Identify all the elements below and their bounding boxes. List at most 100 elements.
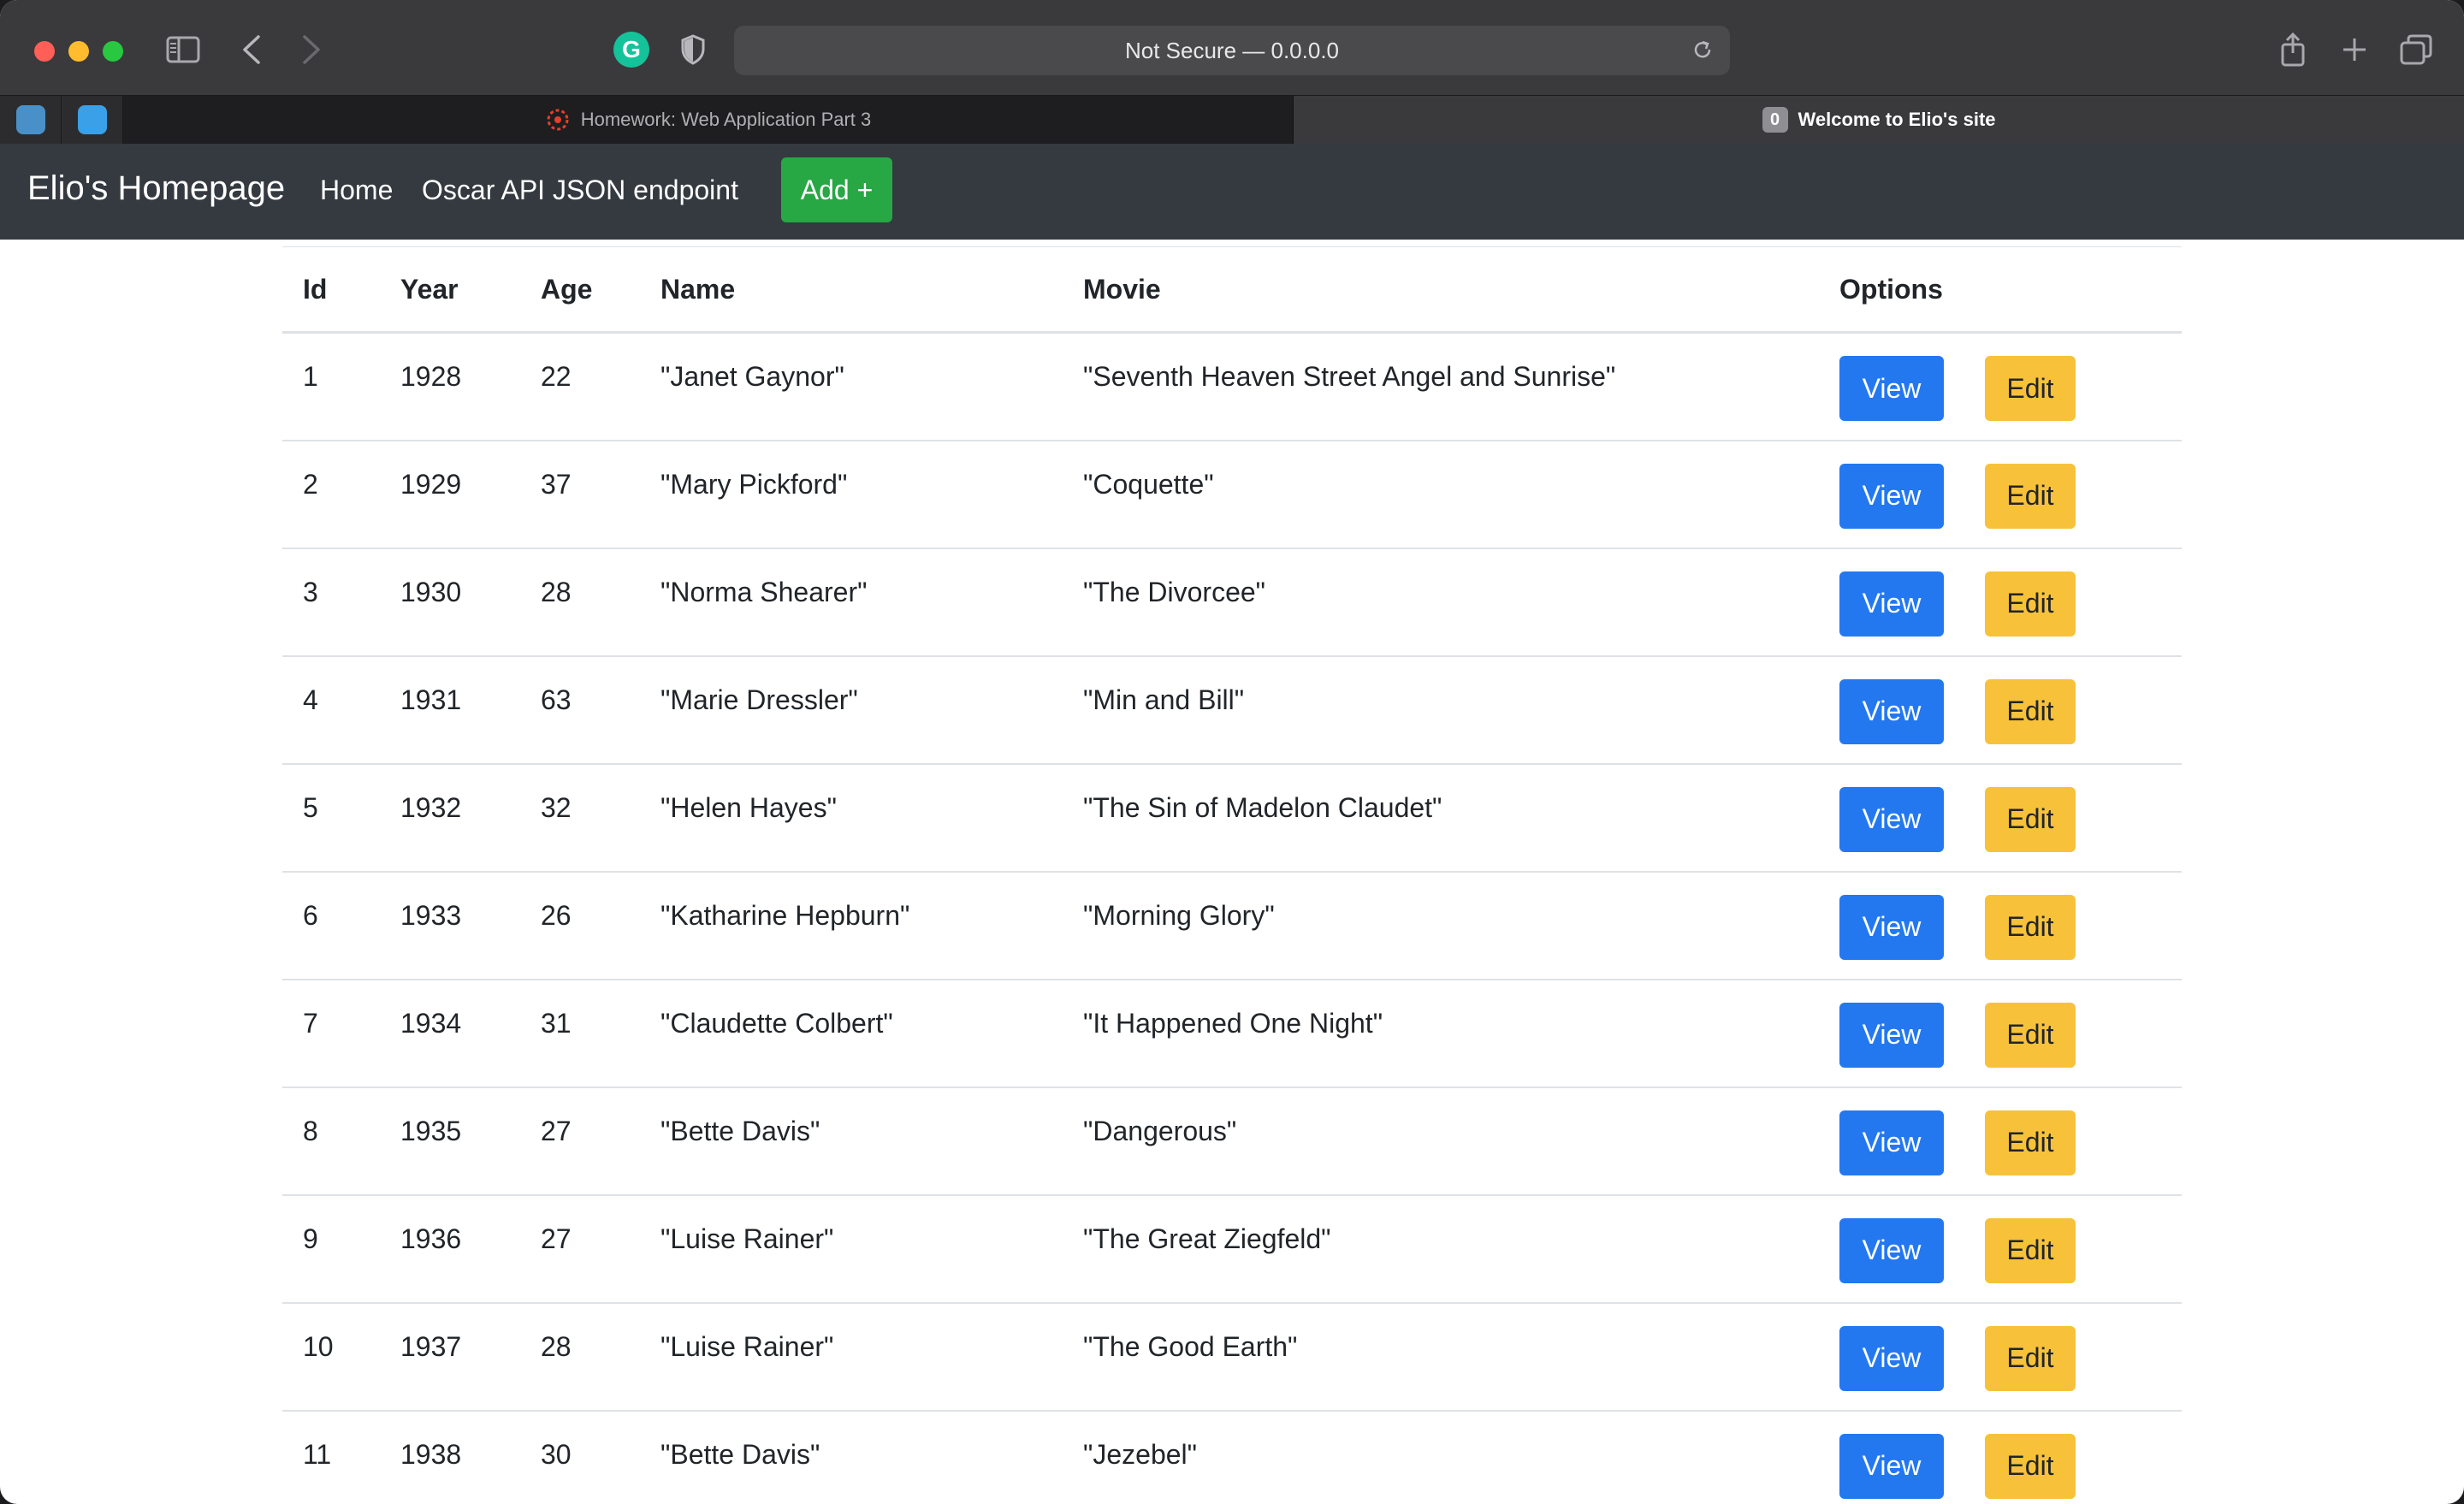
chevron-right-icon[interactable] bbox=[296, 29, 327, 70]
cell-movie: "The Divorcee" bbox=[1063, 548, 1819, 657]
cell-movie: "The Good Earth" bbox=[1063, 1302, 1819, 1412]
cell-age: 63 bbox=[520, 655, 640, 765]
cell-id: 7 bbox=[282, 979, 380, 1088]
minimize-window-button[interactable] bbox=[68, 41, 89, 62]
cell-options: View Edit bbox=[1819, 548, 2182, 657]
view-button[interactable]: View bbox=[1839, 1002, 1944, 1068]
view-button[interactable]: View bbox=[1839, 1325, 1944, 1391]
cell-name: "Bette Davis" bbox=[640, 1087, 1063, 1196]
view-button[interactable]: View bbox=[1839, 678, 1944, 744]
edit-button[interactable]: Edit bbox=[1985, 678, 2076, 744]
cell-age: 30 bbox=[520, 1410, 640, 1504]
cell-age: 28 bbox=[520, 548, 640, 657]
cell-movie: "Coquette" bbox=[1063, 440, 1819, 549]
address-bar[interactable]: Not Secure — 0.0.0.0 bbox=[734, 26, 1730, 75]
cell-name: "Claudette Colbert" bbox=[640, 979, 1063, 1088]
cell-movie: "The Great Ziegfeld" bbox=[1063, 1194, 1819, 1304]
cell-age: 32 bbox=[520, 763, 640, 873]
nav-link-oscar-api[interactable]: Oscar API JSON endpoint bbox=[422, 175, 738, 206]
cell-age: 26 bbox=[520, 871, 640, 980]
table-body: 1 1928 22 "Janet Gaynor" "Seventh Heaven Str… bbox=[282, 332, 2182, 1504]
cell-name: "Norma Shearer" bbox=[640, 548, 1063, 657]
cell-id: 2 bbox=[282, 440, 380, 549]
grammarly-icon[interactable]: G bbox=[611, 29, 652, 70]
navbar-brand[interactable]: Elio's Homepage bbox=[27, 169, 285, 208]
cell-year: 1935 bbox=[380, 1087, 520, 1196]
cell-year: 1931 bbox=[380, 655, 520, 765]
add-button[interactable]: Add + bbox=[781, 157, 892, 222]
edit-button[interactable]: Edit bbox=[1985, 571, 2076, 637]
tab-homework[interactable]: Homework: Web Application Part 3 bbox=[123, 96, 1294, 144]
tab-label: Homework: Web Application Part 3 bbox=[580, 109, 872, 130]
cell-name: "Marie Dressler" bbox=[640, 655, 1063, 765]
edit-button[interactable]: Edit bbox=[1985, 1110, 2076, 1175]
cell-name: "Katharine Hepburn" bbox=[640, 871, 1063, 980]
view-button[interactable]: View bbox=[1839, 1217, 1944, 1283]
plus-icon[interactable] bbox=[2334, 29, 2375, 70]
view-button[interactable]: View bbox=[1839, 571, 1944, 637]
close-window-button[interactable] bbox=[34, 41, 55, 62]
tab-welcome[interactable]: 0 Welcome to Elio's site bbox=[1294, 96, 2464, 144]
edit-button[interactable]: Edit bbox=[1985, 356, 2076, 421]
edit-button[interactable]: Edit bbox=[1985, 1325, 2076, 1391]
edit-button[interactable]: Edit bbox=[1985, 1002, 2076, 1068]
view-button[interactable]: View bbox=[1839, 356, 1944, 421]
cell-id: 6 bbox=[282, 871, 380, 980]
sidebar-icon[interactable] bbox=[163, 29, 204, 70]
table-row: 1 1928 22 "Janet Gaynor" "Seventh Heaven Str… bbox=[282, 332, 2182, 441]
cell-options: View Edit bbox=[1819, 1194, 2182, 1304]
cell-movie: "Seventh Heaven Street Angel and Sunrise… bbox=[1063, 332, 1819, 441]
edit-button[interactable]: Edit bbox=[1985, 463, 2076, 529]
view-button[interactable]: View bbox=[1839, 1110, 1944, 1175]
nav-link-home[interactable]: Home bbox=[320, 175, 393, 206]
cell-name: "Luise Rainer" bbox=[640, 1194, 1063, 1304]
cell-options: View Edit bbox=[1819, 1410, 2182, 1504]
cell-movie: "It Happened One Night" bbox=[1063, 979, 1819, 1088]
table-row: 6 1933 26 "Katharine Hepburn" "Morning Glory… bbox=[282, 871, 2182, 980]
cell-year: 1937 bbox=[380, 1302, 520, 1412]
view-button[interactable]: View bbox=[1839, 463, 1944, 529]
cell-year: 1934 bbox=[380, 979, 520, 1088]
tab-bar: Homework: Web Application Part 3 0 Welco… bbox=[0, 96, 2464, 144]
reload-icon[interactable] bbox=[1687, 34, 1718, 65]
cell-options: View Edit bbox=[1819, 655, 2182, 765]
grammarly-logo: G bbox=[613, 32, 649, 68]
zoom-window-button[interactable] bbox=[103, 41, 123, 62]
tab-overview-icon[interactable] bbox=[2396, 29, 2437, 70]
view-button[interactable]: View bbox=[1839, 1433, 1944, 1499]
edit-button[interactable]: Edit bbox=[1985, 894, 2076, 960]
cell-name: "Janet Gaynor" bbox=[640, 332, 1063, 441]
cell-id: 10 bbox=[282, 1302, 380, 1412]
table-row: 4 1931 63 "Marie Dressler" "Min and Bill" Vie… bbox=[282, 655, 2182, 765]
view-button[interactable]: View bbox=[1839, 894, 1944, 960]
cell-id: 11 bbox=[282, 1410, 380, 1504]
cell-id: 8 bbox=[282, 1087, 380, 1196]
browser-toolbar: G Not Secure — 0.0.0.0 bbox=[0, 0, 2464, 96]
cell-name: "Bette Davis" bbox=[640, 1410, 1063, 1504]
cell-options: View Edit bbox=[1819, 440, 2182, 549]
privacy-shield-icon[interactable] bbox=[676, 29, 710, 70]
cell-year: 1930 bbox=[380, 548, 520, 657]
browser-window: G Not Secure — 0.0.0.0 Homework: Web App… bbox=[0, 0, 2464, 1504]
edit-button[interactable]: Edit bbox=[1985, 1217, 2076, 1283]
cell-movie: "Min and Bill" bbox=[1063, 655, 1819, 765]
cell-id: 3 bbox=[282, 548, 380, 657]
edit-button[interactable]: Edit bbox=[1985, 786, 2076, 852]
cell-age: 22 bbox=[520, 332, 640, 441]
pinned-site-icon bbox=[77, 105, 107, 134]
chevron-left-icon[interactable] bbox=[236, 29, 267, 70]
share-icon[interactable] bbox=[2272, 29, 2313, 70]
cell-movie: "Morning Glory" bbox=[1063, 871, 1819, 980]
cell-id: 9 bbox=[282, 1194, 380, 1304]
tab-label: Welcome to Elio's site bbox=[1798, 109, 1996, 130]
pinned-tab-2[interactable] bbox=[62, 96, 123, 144]
cell-options: View Edit bbox=[1819, 1302, 2182, 1412]
pinned-tab-1[interactable] bbox=[0, 96, 62, 144]
cell-year: 1936 bbox=[380, 1194, 520, 1304]
edit-button[interactable]: Edit bbox=[1985, 1433, 2076, 1499]
table-row: 2 1929 37 "Mary Pickford" "Coquette" View Edit bbox=[282, 440, 2182, 549]
table-row: 11 1938 30 "Bette Davis" "Jezebel" View Edit bbox=[282, 1410, 2182, 1504]
view-button[interactable]: View bbox=[1839, 786, 1944, 852]
canvas-logo-icon bbox=[547, 109, 569, 131]
header-options: Options bbox=[1819, 246, 2182, 334]
